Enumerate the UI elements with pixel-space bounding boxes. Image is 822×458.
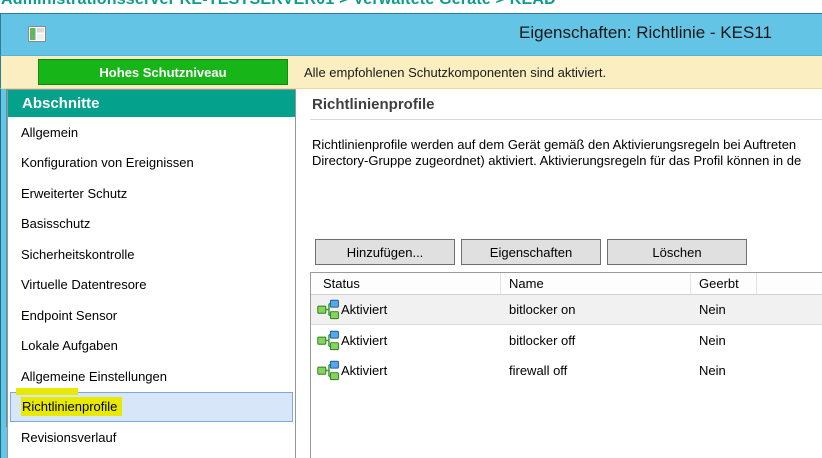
profile-name-cell: firewall off (509, 362, 568, 378)
profile-status-label: Aktiviert (341, 332, 388, 348)
panel-description: Richtlinienprofile werden auf dem Gerät … (312, 137, 801, 169)
sidebar-item-label: Virtuelle Datentresore (21, 277, 147, 293)
properties-button[interactable]: Eigenschaften (461, 239, 601, 265)
profile-inherited-cell: Nein (699, 302, 726, 317)
table-row[interactable]: Aktiviert firewall off Nein (311, 355, 822, 385)
protection-status-message: Alle empfohlenen Schutzkomponenten sind … (304, 65, 607, 80)
panel-title: Richtlinienprofile (312, 96, 435, 113)
policy-profile-icon (317, 299, 339, 320)
sidebar-item-label: Lokale Aufgaben (21, 338, 118, 354)
sidebar-title: Abschnitte (8, 90, 295, 117)
column-header-geerbt[interactable]: Geerbt (691, 273, 757, 294)
dialog-title: Eigenschaften: Richtlinie - KES11 (519, 23, 772, 42)
sidebar-item-label: Erweiterter Schutz (21, 185, 128, 201)
table-row[interactable]: Aktiviert bitlocker off Nein (311, 325, 822, 355)
panel-divider (310, 119, 822, 120)
description-line: Richtlinienprofile werden auf dem Gerät … (312, 137, 797, 152)
sidebar-item-erweiterter-schutz[interactable]: Erweiterter Schutz (10, 178, 293, 209)
sidebar-item-richtlinienprofile[interactable]: Richtlinienprofile (10, 387, 293, 422)
sidebar-item-label: Allgemeine Einstellungen (21, 368, 167, 384)
profile-status-cell: Aktiviert (311, 330, 501, 351)
breadcrumb-text[interactable]: Administrationsserver KE-TESTSERVER01 > … (1, 0, 556, 9)
policy-profile-icon (317, 360, 339, 380)
sidebar-item-sicherheitskontrolle[interactable]: Sicherheitskontrolle (10, 239, 293, 270)
table-row[interactable]: Aktiviert bitlocker on Nein (311, 295, 822, 325)
breadcrumb[interactable]: Administrationsserver KE-TESTSERVER01 > … (0, 0, 822, 13)
profile-status-cell: Aktiviert (311, 299, 501, 320)
policy-profile-icon (317, 330, 339, 350)
highlight-marker (16, 387, 78, 395)
screen: Administrationsserver KE-TESTSERVER01 > … (0, 0, 822, 458)
sidebar-item-revisionsverlauf[interactable]: Revisionsverlauf (10, 422, 293, 453)
sidebar-item-label: Basisschutz (21, 216, 91, 232)
sidebar-item-konfiguration-von-ereignissen[interactable]: Konfiguration von Ereignissen (10, 148, 293, 179)
dialog-titlebar[interactable]: Eigenschaften: Richtlinie - KES11 (0, 14, 822, 56)
dialog-content: Abschnitte Allgemein Konfiguration von E… (0, 89, 822, 458)
sidebar-item-basisschutz[interactable]: Basisschutz (10, 209, 293, 240)
sections-sidebar: Abschnitte Allgemein Konfiguration von E… (7, 89, 296, 458)
profile-status-cell: Aktiviert (311, 360, 501, 381)
sidebar-item-endpoint-sensor[interactable]: Endpoint Sensor (10, 300, 293, 331)
protection-status-banner: Hohes Schutzniveau Alle empfohlenen Schu… (0, 56, 822, 89)
policy-properties-dialog: Eigenschaften: Richtlinie - KES11 Hohes … (0, 13, 822, 458)
table-header: Status Name Geerbt (311, 273, 822, 295)
profile-status-label: Aktiviert (341, 302, 388, 317)
sidebar-item-label: Endpoint Sensor (21, 307, 118, 323)
profile-inherited-cell: Nein (699, 362, 726, 378)
sidebar-item-label: Allgemein (21, 124, 79, 140)
column-header-spacer (757, 273, 822, 294)
sidebar-item-virtuelle-datentresore[interactable]: Virtuelle Datentresore (10, 270, 293, 301)
column-header-name[interactable]: Name (501, 273, 691, 294)
window-icon[interactable] (28, 26, 46, 42)
profile-status-label: Aktiviert (341, 362, 388, 378)
add-button[interactable]: Hinzufügen... (315, 239, 455, 265)
profile-name-cell: bitlocker off (509, 332, 576, 348)
sidebar-item-label: Revisionsverlauf (21, 429, 117, 445)
profile-inherited-cell: Nein (699, 332, 726, 348)
profile-name-cell: bitlocker on (509, 302, 576, 317)
sidebar-item-allgemein[interactable]: Allgemein (10, 117, 293, 148)
sidebar-item-lokale-aufgaben[interactable]: Lokale Aufgaben (10, 331, 293, 362)
sidebar-item-label: Konfiguration von Ereignissen (21, 155, 194, 171)
delete-button[interactable]: Löschen (607, 239, 747, 265)
profiles-table: Status Name Geerbt Aktiviert bitlocker o… (310, 272, 822, 458)
column-header-status[interactable]: Status (311, 273, 501, 294)
policy-profiles-panel: Richtlinienprofile Richtlinienprofile we… (310, 89, 822, 458)
sidebar-item-label: Richtlinienprofile (21, 397, 123, 417)
description-line: Directory-Gruppe zugeordnet) aktiviert. … (312, 153, 802, 168)
protection-level-badge[interactable]: Hohes Schutzniveau (38, 59, 288, 85)
profile-toolbar: Hinzufügen... Eigenschaften Löschen (315, 239, 747, 265)
dialog-left-frame (0, 89, 7, 458)
sidebar-list: Allgemein Konfiguration von Ereignissen … (8, 117, 295, 453)
sidebar-item-label: Sicherheitskontrolle (21, 246, 135, 262)
